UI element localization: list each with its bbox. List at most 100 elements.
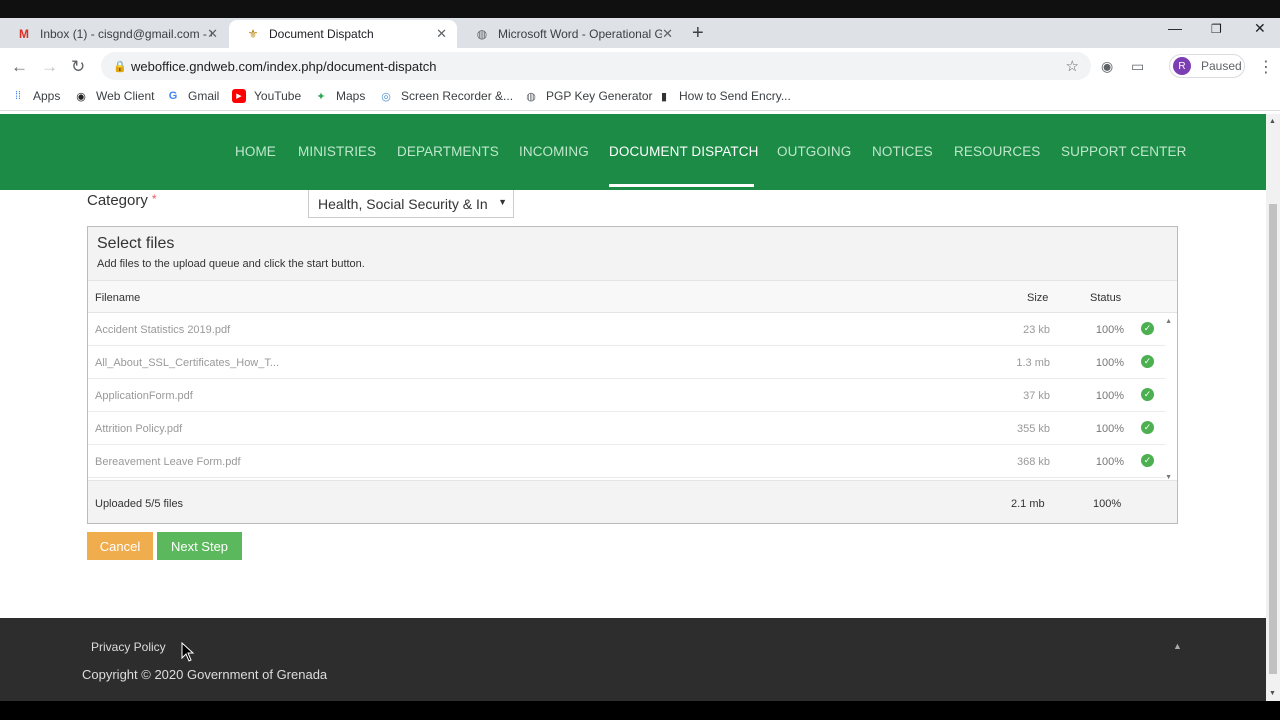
globe-icon: ◍ bbox=[476, 27, 488, 41]
uploader-header: Select files Add files to the upload que… bbox=[88, 227, 1177, 281]
list-scroll-up-icon[interactable]: ▲ bbox=[1165, 318, 1172, 325]
file-name: Bereavement Leave Form.pdf bbox=[95, 456, 241, 468]
avatar: R bbox=[1173, 57, 1191, 75]
total-status: 100% bbox=[1093, 498, 1122, 510]
file-row: ApplicationForm.pdf 37 kb 100% ✓ bbox=[88, 379, 1166, 412]
nav-notices[interactable]: NOTICES bbox=[872, 144, 933, 159]
bookmark-pgp[interactable]: ◍ PGP Key Generator bbox=[524, 89, 652, 103]
uploader-footer: Uploaded 5/5 files 2.1 mb 100% bbox=[88, 480, 1177, 523]
nav-document-dispatch[interactable]: DOCUMENT DISPATCH bbox=[609, 144, 758, 159]
tab-strip: M Inbox (1) - cisgnd@gmail.com - G ✕ ⚜ D… bbox=[0, 0, 1280, 48]
file-list[interactable]: Accident Statistics 2019.pdf 23 kb 100% … bbox=[88, 313, 1177, 478]
file-name: ApplicationForm.pdf bbox=[95, 390, 193, 402]
main-navigation: HOME MINISTRIES DEPARTMENTS INCOMING DOC… bbox=[0, 114, 1266, 190]
profile-button[interactable]: R Paused bbox=[1169, 54, 1245, 78]
file-status: 100% bbox=[1095, 456, 1124, 468]
forward-arrow-icon[interactable]: → bbox=[41, 57, 58, 77]
file-name: Accident Statistics 2019.pdf bbox=[95, 324, 231, 336]
file-uploader: Select files Add files to the upload que… bbox=[87, 226, 1178, 524]
bookmark-web-client[interactable]: ◉ Web Client bbox=[74, 89, 154, 103]
back-arrow-icon[interactable]: ← bbox=[11, 57, 28, 77]
encrypt-icon: ▮ bbox=[660, 90, 668, 103]
nav-ministries[interactable]: MINISTRIES bbox=[298, 144, 376, 159]
file-size: 1.3 mb bbox=[1016, 357, 1050, 369]
dropdown-arrow-icon: ▼ bbox=[498, 197, 507, 207]
nav-departments[interactable]: DEPARTMENTS bbox=[397, 144, 499, 159]
bookmark-youtube[interactable]: ▶ YouTube bbox=[232, 89, 301, 103]
page-viewport: HOME MINISTRIES DEPARTMENTS INCOMING DOC… bbox=[0, 114, 1266, 701]
scrollbar-thumb[interactable] bbox=[1269, 204, 1277, 674]
total-size: 2.1 mb bbox=[1011, 498, 1045, 510]
bookmark-screen-recorder[interactable]: ◎ Screen Recorder &... bbox=[379, 89, 513, 103]
column-status: Status bbox=[1090, 292, 1122, 304]
file-row: Bereavement Leave Form.pdf 368 kb 100% ✓ bbox=[88, 445, 1166, 478]
maps-icon: ✦ bbox=[316, 90, 326, 103]
bookmark-how-to-send[interactable]: ▮ How to Send Encry... bbox=[657, 89, 791, 103]
file-row: Accident Statistics 2019.pdf 23 kb 100% … bbox=[88, 313, 1166, 346]
gmail-icon: M bbox=[19, 27, 29, 41]
uploader-subtitle: Add files to the upload queue and click … bbox=[97, 258, 365, 270]
nav-incoming[interactable]: INCOMING bbox=[519, 144, 589, 159]
restore-button[interactable]: ❐ bbox=[1211, 22, 1222, 36]
page-scrollbar[interactable]: ▲ ▼ bbox=[1266, 114, 1280, 701]
close-tab-icon[interactable]: ✕ bbox=[662, 26, 673, 42]
check-circle-icon: ✓ bbox=[1141, 421, 1154, 434]
check-circle-icon: ✓ bbox=[1141, 355, 1154, 368]
globe-icon: ◍ bbox=[526, 90, 536, 103]
new-tab-button[interactable]: + bbox=[692, 22, 704, 45]
file-size: 37 kb bbox=[1023, 390, 1050, 402]
file-list-header: Filename Size Status bbox=[88, 281, 1177, 313]
browser-menu-icon[interactable]: ⋮ bbox=[1258, 57, 1274, 77]
bottom-edge bbox=[0, 701, 1280, 720]
bookmark-apps[interactable]: ⁞⁞ Apps bbox=[11, 89, 60, 103]
close-tab-icon[interactable]: ✕ bbox=[207, 26, 218, 42]
close-window-button[interactable]: ✕ bbox=[1254, 20, 1266, 37]
bookmark-maps[interactable]: ✦ Maps bbox=[314, 89, 365, 103]
next-step-button[interactable]: Next Step bbox=[157, 532, 242, 560]
apps-grid-icon: ⁞⁞ bbox=[14, 90, 22, 102]
youtube-icon: ▶ bbox=[232, 89, 246, 103]
file-row: All_About_SSL_Certificates_How_T... 1.3 … bbox=[88, 346, 1166, 379]
column-filename: Filename bbox=[95, 292, 141, 304]
address-bar[interactable]: 🔒 weboffice.gndweb.com/index.php/documen… bbox=[101, 52, 1091, 80]
close-tab-icon[interactable]: ✕ bbox=[436, 26, 447, 42]
nav-support-center[interactable]: SUPPORT CENTER bbox=[1061, 144, 1186, 159]
required-mark: * bbox=[151, 192, 157, 206]
web-client-icon: ◉ bbox=[76, 90, 86, 103]
column-size: Size bbox=[1027, 292, 1049, 304]
upload-summary: Uploaded 5/5 files bbox=[95, 498, 184, 510]
minimize-button[interactable]: — bbox=[1168, 20, 1182, 36]
tab-microsoft-word[interactable]: ◍ Microsoft Word - Operational Gu ✕ bbox=[458, 20, 683, 48]
nav-outgoing[interactable]: OUTGOING bbox=[777, 144, 851, 159]
active-nav-indicator bbox=[609, 184, 754, 187]
bookmark-gmail[interactable]: G Gmail bbox=[166, 89, 220, 103]
file-row: Attrition Policy.pdf 355 kb 100% ✓ bbox=[88, 412, 1166, 445]
file-size: 355 kb bbox=[1016, 423, 1050, 435]
nav-resources[interactable]: RESOURCES bbox=[954, 144, 1040, 159]
lock-icon: 🔒 bbox=[113, 60, 127, 73]
browser-window: M Inbox (1) - cisgnd@gmail.com - G ✕ ⚜ D… bbox=[0, 0, 1280, 720]
tab-document-dispatch[interactable]: ⚜ Document Dispatch ✕ bbox=[229, 20, 457, 48]
file-status: 100% bbox=[1095, 357, 1124, 369]
file-name: Attrition Policy.pdf bbox=[95, 423, 183, 435]
reload-icon[interactable]: ↻ bbox=[71, 57, 85, 77]
check-circle-icon: ✓ bbox=[1141, 454, 1154, 467]
site-icon: ⚜ bbox=[247, 27, 259, 41]
google-icon: G bbox=[168, 90, 178, 102]
category-select[interactable]: Health, Social Security & In ▼ bbox=[308, 190, 514, 218]
privacy-policy-link[interactable]: Privacy Policy bbox=[91, 640, 166, 654]
extension-icon[interactable]: ◉ bbox=[1101, 58, 1113, 75]
bookmarks-bar: ⁞⁞ Apps ◉ Web Client G Gmail ▶ YouTube ✦… bbox=[0, 85, 1280, 111]
nav-home[interactable]: HOME bbox=[235, 144, 276, 159]
copyright-text: Copyright © 2020 Government of Grenada bbox=[82, 667, 328, 682]
cancel-button[interactable]: Cancel bbox=[87, 532, 153, 560]
back-to-top-icon[interactable]: ▲ bbox=[1173, 641, 1182, 651]
file-size: 23 kb bbox=[1023, 324, 1050, 336]
tab-gmail[interactable]: M Inbox (1) - cisgnd@gmail.com - G ✕ bbox=[0, 20, 228, 48]
file-status: 100% bbox=[1095, 324, 1124, 336]
cast-icon[interactable]: ▭ bbox=[1131, 58, 1144, 75]
mouse-cursor-icon bbox=[181, 641, 195, 662]
screen-recorder-icon: ◎ bbox=[381, 90, 391, 103]
uploader-title: Select files bbox=[97, 235, 175, 252]
bookmark-star-icon[interactable]: ☆ bbox=[1066, 57, 1079, 75]
